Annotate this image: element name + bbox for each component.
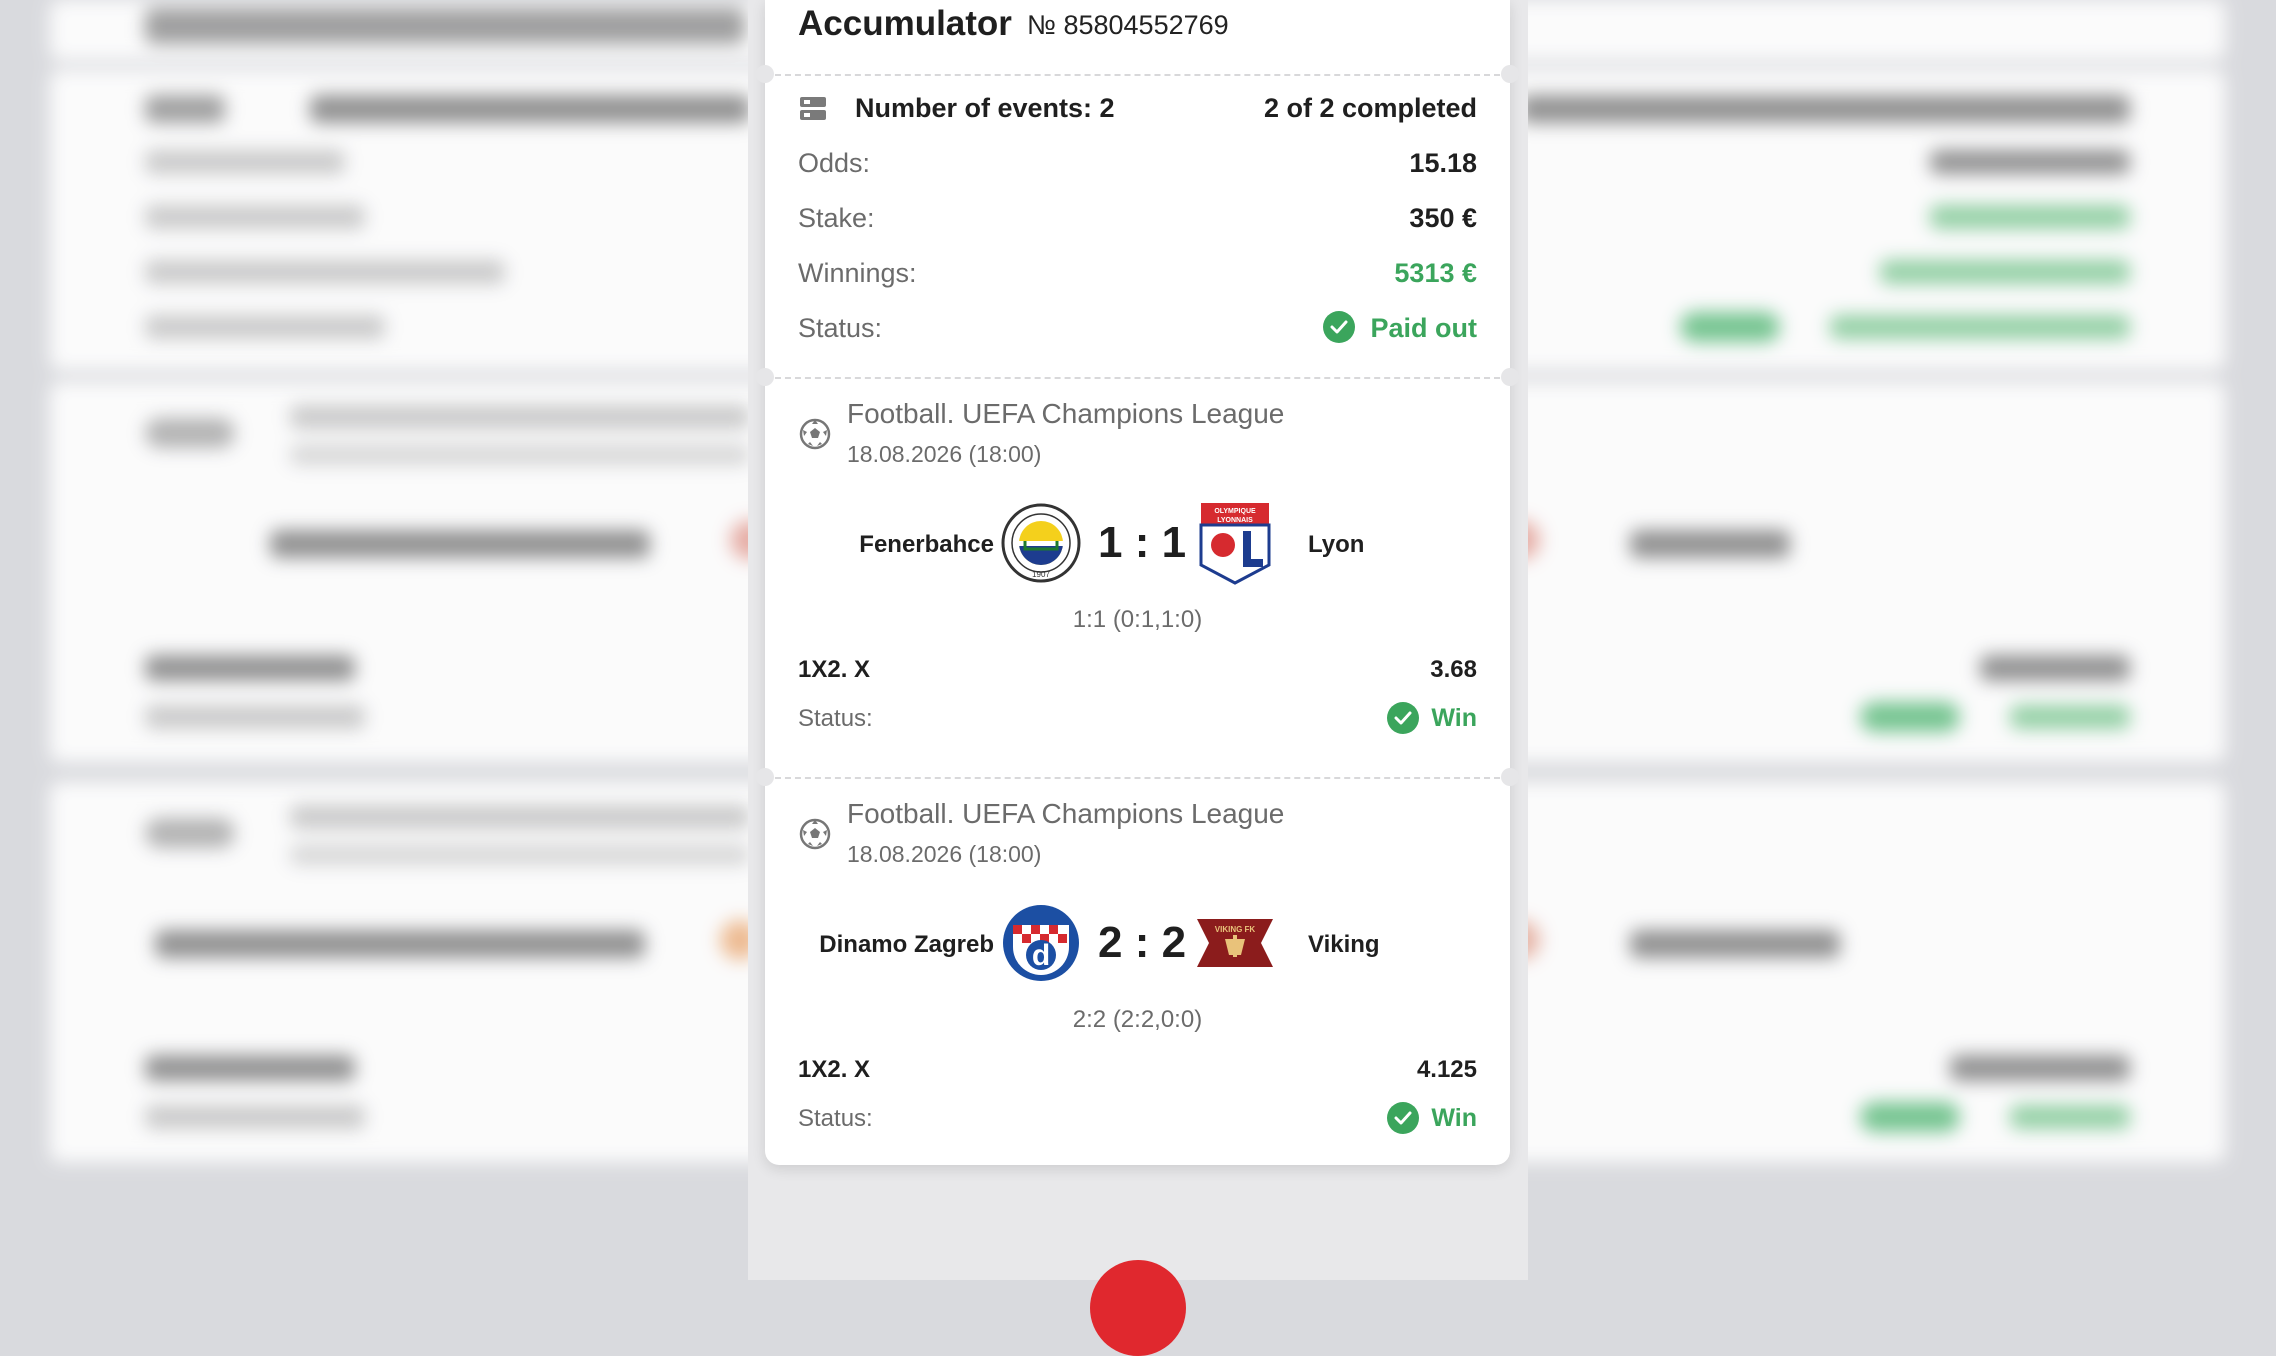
away-team: Viking [1308,931,1380,958]
svg-text:1907: 1907 [1032,570,1050,579]
home-team: Fenerbahce [859,531,994,558]
stake-value: 350 € [1409,203,1477,233]
notch-right [1501,368,1519,386]
status-value: Paid out [1370,313,1478,343]
notch-right [1501,768,1519,786]
event-league: Football. UEFA Champions League [847,398,1285,429]
svg-text:LYONNAIS: LYONNAIS [1217,517,1253,524]
score-detail: 2:2 (2:2,0:0) [1072,1006,1203,1033]
football-icon [799,818,831,850]
stake-label: Stake: [798,203,875,233]
home-team: Dinamo Zagreb [819,931,994,958]
event-score: 1 : 1 [1098,518,1187,567]
event-league: Football. UEFA Champions League [847,798,1285,829]
viking-fk-crest: VIKING FK [1197,919,1273,967]
svg-text:d: d [1032,939,1050,972]
fenerbahce-crest: 1907 [1001,503,1081,583]
ticket-number: № 85804552769 [1027,10,1229,40]
separator [765,74,1510,76]
separator [765,377,1510,379]
olympique-lyonnais-crest: OLYMPIQUE LYONNAIS [1199,503,1271,585]
event-status-value: Win [1431,704,1477,732]
completed-count: 2 of 2 completed [1263,93,1477,123]
svg-text:OLYMPIQUE: OLYMPIQUE [1214,508,1256,515]
odds-label: Odds: [798,148,871,178]
event-datetime: 18.08.2026 (18:00) [847,841,1042,867]
notch-left [756,368,774,386]
status-label: Status: [798,313,883,343]
notch-left [756,768,774,786]
check-circle-icon [1387,702,1419,734]
score-detail: 1:1 (0:1,1:0) [1072,606,1203,633]
event-status-label: Status: [798,1105,873,1132]
bet-receipt-card: Accumulator № 85804552769 Number of even… [756,0,1519,1165]
event-odds: 3.68 [1430,656,1477,683]
market-label: 1X2. X [798,656,871,683]
football-icon [799,418,831,450]
notch-right [1501,65,1519,83]
event-status-value: Win [1431,1104,1477,1132]
winnings-label: Winnings: [798,258,917,288]
check-circle-icon [1387,1102,1419,1134]
svg-text:VIKING FK: VIKING FK [1215,925,1256,934]
odds-value: 15.18 [1409,148,1477,178]
event-odds: 4.125 [1416,1056,1477,1083]
event-status-label: Status: [798,705,873,732]
notch-left [756,65,774,83]
separator [765,777,1510,779]
events-list-icon [800,97,826,120]
floating-action-button[interactable] [1090,1260,1186,1356]
dinamo-zagreb-crest: d [1003,905,1079,981]
market-label: 1X2. X [798,1056,871,1083]
bet-type-title: Accumulator [798,4,1012,43]
check-circle-icon [1323,311,1355,343]
event-score: 2 : 2 [1098,918,1187,967]
winnings-value: 5313 € [1394,258,1477,288]
event-datetime: 18.08.2026 (18:00) [847,441,1042,467]
events-count: Number of events: 2 [855,93,1115,123]
away-team: Lyon [1308,531,1365,558]
